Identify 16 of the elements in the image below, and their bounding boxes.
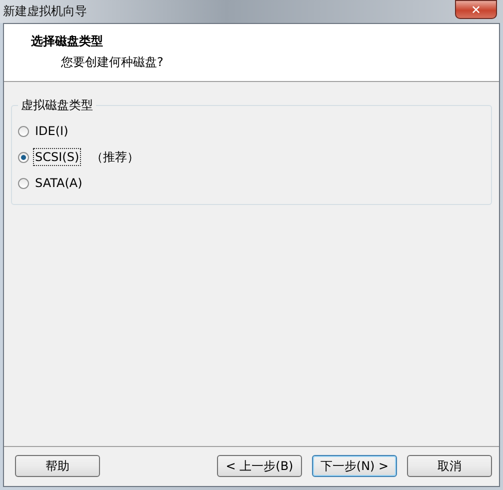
radio-button[interactable] (18, 152, 29, 162)
radio-button[interactable] (18, 178, 29, 188)
option-label[interactable]: SATA(A) (33, 174, 84, 192)
dialog-button[interactable]: < 上一步(B) (217, 455, 302, 477)
dialog-button[interactable]: 帮助 (15, 455, 100, 477)
radio-button[interactable] (18, 126, 29, 136)
page-subtitle: 您要创建何种磁盘? (61, 54, 164, 71)
window-title: 新建虚拟机向导 (3, 3, 87, 20)
page-title: 选择磁盘类型 (31, 33, 104, 50)
dialog-button[interactable]: 取消 (407, 455, 492, 477)
option-note: （推荐） (91, 148, 140, 166)
option-label[interactable]: IDE(I) (33, 122, 70, 140)
close-button[interactable]: ✕ (455, 0, 497, 19)
option-label[interactable]: SCSI(S) (33, 148, 82, 166)
group-title: 虚拟磁盘类型 (20, 97, 94, 114)
dialog-button[interactable]: 下一步(N) > (312, 455, 397, 477)
